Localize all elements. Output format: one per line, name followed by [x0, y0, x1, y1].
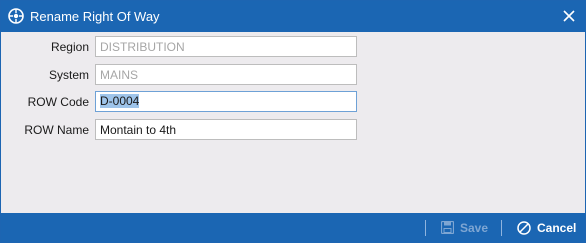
- row-name-row: ROW Name: [1, 119, 585, 141]
- rename-form: Region System ROW Code D-0004 ROW Name: [1, 32, 585, 212]
- row-name-label: ROW Name: [24, 123, 89, 137]
- app-logo-icon: [8, 8, 24, 24]
- region-label: Region: [50, 40, 89, 54]
- cancel-label: Cancel: [537, 220, 577, 235]
- title-bar: Rename Right Of Way: [1, 1, 585, 32]
- row-code-row: ROW Code D-0004: [1, 91, 585, 113]
- row-name-field[interactable]: [95, 119, 357, 140]
- row-code-label: ROW Code: [27, 95, 89, 109]
- footer-separator: [425, 220, 426, 236]
- dialog-title: Rename Right Of Way: [30, 9, 160, 24]
- row-code-field[interactable]: D-0004: [95, 91, 357, 112]
- system-field[interactable]: [95, 64, 357, 85]
- row-code-selected-text: D-0004: [100, 94, 140, 108]
- system-label: System: [48, 68, 89, 82]
- rename-row-dialog: Rename Right Of Way Region System ROW Co…: [0, 0, 586, 243]
- close-icon[interactable]: [559, 6, 579, 26]
- save-label: Save: [460, 220, 489, 235]
- region-row: Region: [1, 36, 585, 58]
- region-field[interactable]: [95, 36, 357, 57]
- system-row: System: [1, 64, 585, 86]
- cancel-icon: [517, 220, 531, 235]
- cancel-button[interactable]: Cancel: [517, 213, 576, 242]
- save-button[interactable]: Save: [441, 213, 488, 242]
- footer-separator: [501, 220, 502, 236]
- dialog-footer: Save Cancel: [1, 213, 585, 242]
- save-icon: [441, 221, 454, 234]
